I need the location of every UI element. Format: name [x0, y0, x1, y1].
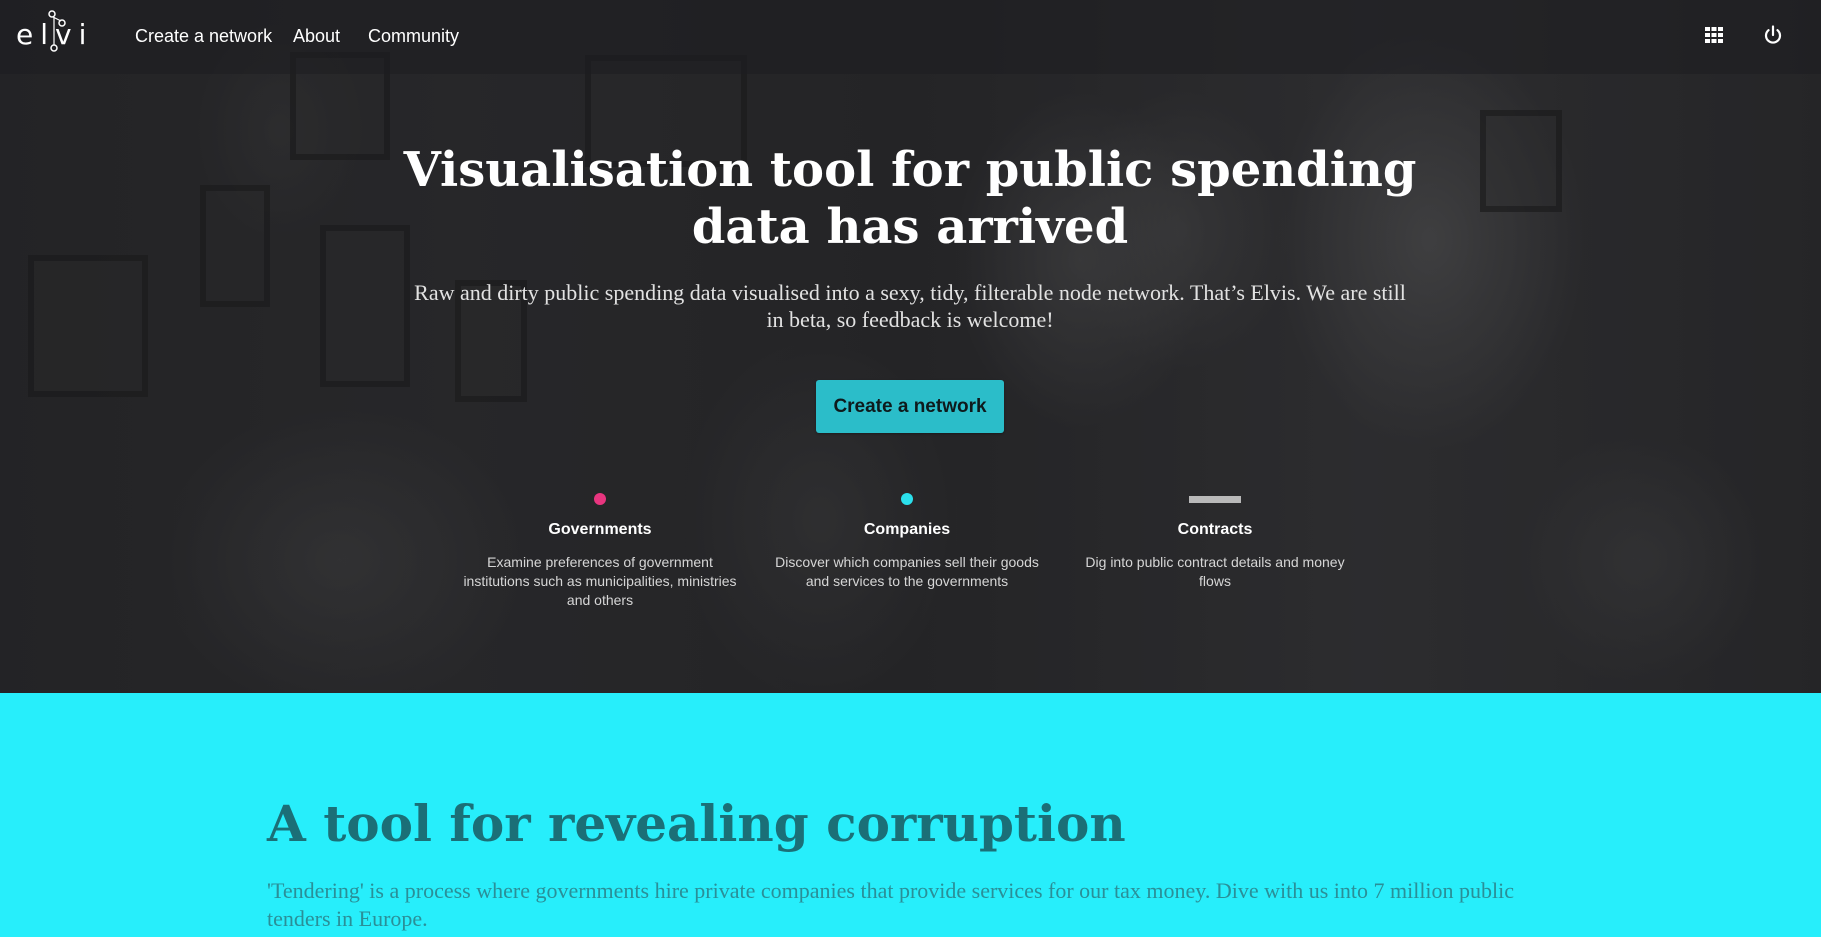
feature-contracts: Contracts Dig into public contract detai…: [1075, 490, 1355, 591]
nav-community[interactable]: Community: [368, 24, 459, 48]
section-title: A tool for revealing corruption: [267, 794, 1126, 853]
feature-title: Contracts: [1177, 521, 1253, 538]
nav-create-network[interactable]: Create a network: [135, 24, 272, 48]
feature-title: Companies: [863, 521, 951, 538]
section-description: 'Tendering' is a process where governmen…: [267, 878, 1515, 931]
feature-title: Governments: [548, 521, 652, 538]
top-navigation: elvis Create a network About Community: [0, 0, 1821, 74]
contracts-bar-icon: [1189, 496, 1241, 503]
governments-dot-icon: [594, 493, 606, 505]
hero-section: Visualisation tool for public spending d…: [0, 0, 1821, 693]
hero-title: Visualisation tool for public spending d…: [403, 142, 1417, 255]
feature-governments: Governments Examine preferences of gover…: [460, 490, 740, 610]
feature-companies: Companies Discover which companies sell …: [767, 490, 1047, 591]
revealing-corruption-section: A tool for revealing corruption 'Tenderi…: [0, 693, 1821, 937]
hero-subtitle: Raw and dirty public spending data visua…: [414, 280, 1406, 332]
elvis-logo[interactable]: elvis: [16, 8, 92, 54]
power-icon[interactable]: [1762, 24, 1784, 46]
grid-icon[interactable]: [1703, 24, 1725, 46]
nav-about[interactable]: About: [293, 24, 340, 48]
companies-dot-icon: [901, 493, 913, 505]
feature-description: Dig into public contract details and mon…: [1085, 554, 1345, 589]
create-network-button[interactable]: Create a network: [816, 380, 1004, 433]
feature-description: Examine preferences of government instit…: [463, 554, 737, 608]
feature-description: Discover which companies sell their good…: [775, 554, 1039, 589]
